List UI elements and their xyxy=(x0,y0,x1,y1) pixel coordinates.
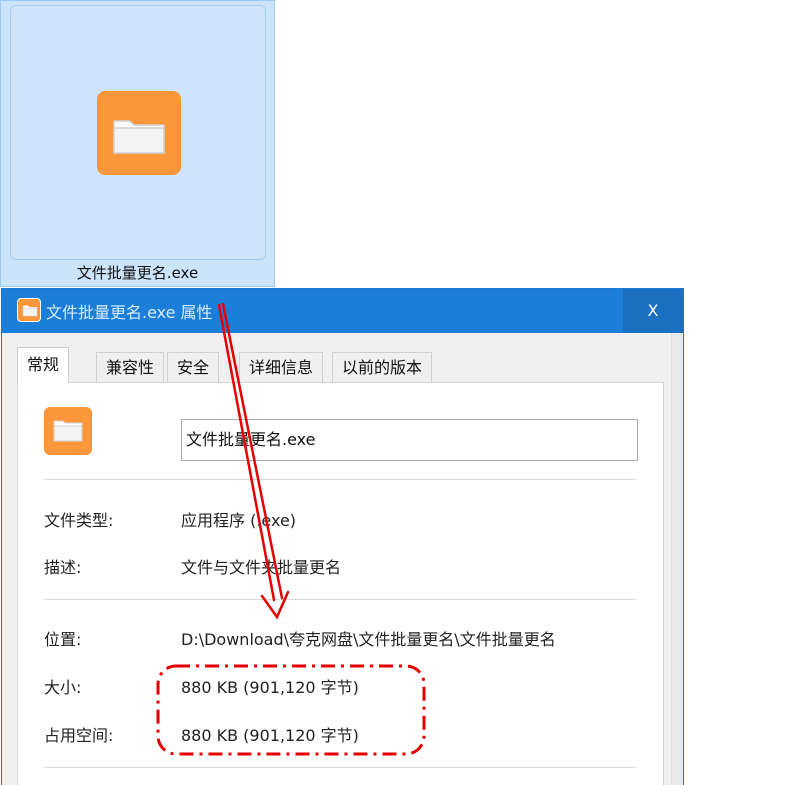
file-type-label: 文件类型: xyxy=(44,511,114,530)
file-thumbnail xyxy=(10,5,266,260)
desktop-file-name: 文件批量更名.exe xyxy=(76,264,199,282)
desktop-file-tile[interactable]: 文件批量更名.exe xyxy=(0,0,275,287)
titlebar-app-icon xyxy=(17,298,41,322)
dialog-side-strip xyxy=(671,333,683,785)
tab-general[interactable]: 常规 xyxy=(17,347,70,383)
close-button[interactable]: X xyxy=(623,289,683,333)
app-icon xyxy=(97,91,181,175)
folder-icon xyxy=(113,120,165,154)
size-on-disk-value: 880 KB (901,120 字节) xyxy=(181,726,359,745)
dialog-body: 常规 兼容性 安全 详细信息 以前的版本 文件批量更名.exe 文件类型: 应用… xyxy=(2,333,683,785)
file-name-input[interactable]: 文件批量更名.exe xyxy=(181,419,638,461)
separator xyxy=(44,599,636,600)
file-type-value: 应用程序 (.exe) xyxy=(181,511,297,530)
properties-dialog: 文件批量更名.exe 属性 X 常规 兼容性 安全 详细信息 以前的版本 文件批… xyxy=(1,288,684,785)
dialog-titlebar[interactable]: 文件批量更名.exe 属性 X xyxy=(2,289,683,333)
location-label: 位置: xyxy=(44,630,82,649)
tab-security[interactable]: 安全 xyxy=(167,352,220,383)
size-value: 880 KB (901,120 字节) xyxy=(181,678,359,697)
description-value: 文件与文件夹批量更名 xyxy=(181,558,342,577)
separator xyxy=(44,767,636,768)
tab-compatibility[interactable]: 兼容性 xyxy=(96,352,165,383)
folder-icon xyxy=(53,420,83,442)
tab-previous-versions[interactable]: 以前的版本 xyxy=(332,352,433,383)
folder-icon xyxy=(22,305,38,317)
size-on-disk-label: 占用空间: xyxy=(44,726,114,745)
dialog-title: 文件批量更名.exe 属性 xyxy=(46,303,213,322)
description-label: 描述: xyxy=(44,558,82,577)
location-value: D:\Download\夸克网盘\文件批量更名\文件批量更名 xyxy=(181,630,556,649)
file-app-icon xyxy=(44,407,92,455)
general-panel: 文件批量更名.exe 文件类型: 应用程序 (.exe) 描述: 文件与文件夹批… xyxy=(17,382,664,785)
size-label: 大小: xyxy=(44,678,82,697)
separator xyxy=(44,479,636,480)
tab-details[interactable]: 详细信息 xyxy=(239,352,324,383)
